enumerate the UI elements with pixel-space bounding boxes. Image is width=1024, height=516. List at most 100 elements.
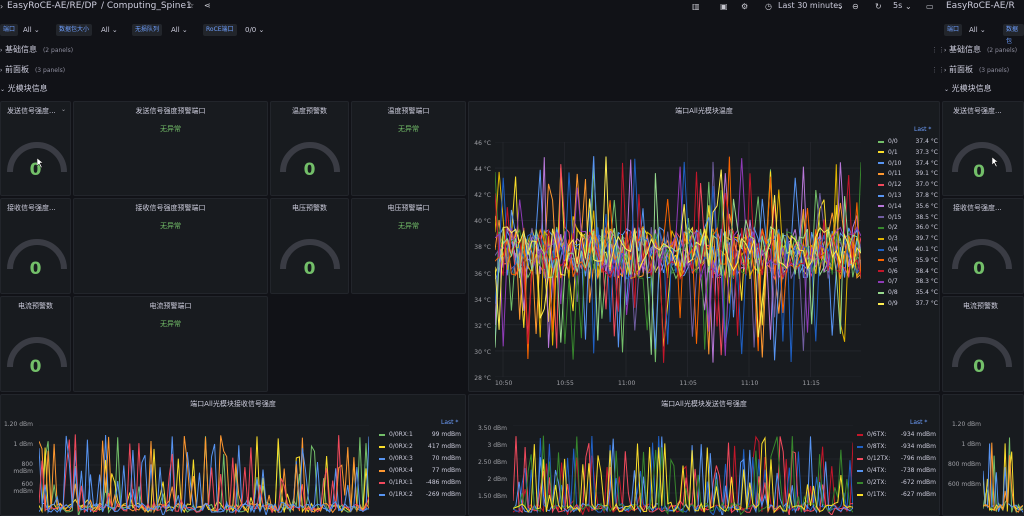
legend-item[interactable]: 0/2 36.0 °C <box>878 224 938 231</box>
var-select-port-right[interactable]: All ⌄ <box>966 24 989 36</box>
rx-plot[interactable] <box>39 425 369 516</box>
star-icon[interactable]: ☆ <box>187 1 194 10</box>
row-optical-module[interactable]: ⌄ 光模块信息 <box>0 81 940 97</box>
legend-item[interactable]: 0/0 37.4 °C <box>878 138 938 145</box>
legend-item[interactable]: 0/12 37.0 °C <box>878 181 938 188</box>
panel-recv-strength-right[interactable]: 接收信号强度... 0 <box>942 198 1024 294</box>
legend-header[interactable]: Last * <box>914 126 931 133</box>
temperature-plot[interactable] <box>495 142 861 377</box>
legend-item[interactable]: 0/6 38.4 °C <box>878 268 938 275</box>
legend-item[interactable]: 0/0RX:4 77 mdBm <box>379 467 461 474</box>
legend-item[interactable]: 0/1TX: -627 mdBm <box>857 491 936 498</box>
legend-item[interactable]: 0/0RX:3 70 mdBm <box>379 455 461 462</box>
panel-rx-strength-chart-right[interactable]: 1.20 dBm 1 dBm 800 mdBm 600 mdBm <box>942 394 1024 516</box>
panel-send-strength[interactable]: 发送信号强度... ⌄ 0 <box>0 101 71 196</box>
tv-mode-icon[interactable]: ▭ <box>926 2 934 11</box>
breadcrumb-folder[interactable]: EasyRoCE-AE/RE/DP <box>7 1 97 11</box>
y-tick-label: 600 mdBm <box>13 481 33 495</box>
panel-temp-count[interactable]: 温度预警数 0 <box>270 101 349 196</box>
panel-curr-port[interactable]: 电流预警端口 无异常 <box>73 296 268 392</box>
legend-label: 0/0 <box>888 138 898 145</box>
legend-item[interactable]: 0/7 38.3 °C <box>878 278 938 285</box>
settings-gear-icon[interactable]: ⚙ <box>741 2 748 11</box>
row-title: 基础信息 <box>948 45 981 54</box>
x-tick-label: 11:15 <box>802 380 820 387</box>
status-text: 无异常 <box>160 125 181 133</box>
var-select-roce-port[interactable]: 0/0 ⌄ <box>242 24 267 36</box>
panel-recv-strength[interactable]: 接收信号强度... 0 <box>0 198 71 294</box>
legend-item[interactable]: 0/12TX: -796 mdBm <box>857 455 936 462</box>
menu-icon[interactable]: › <box>0 2 3 11</box>
chevron-down-icon[interactable]: ⌄ <box>905 2 912 11</box>
drag-handle-icon[interactable]: ⋮⋮ <box>931 46 945 54</box>
panel-tx-strength-chart[interactable]: 端口All光模块发送信号强度 3.50 dBm 3 dBm 2.50 dBm 2 dB… <box>468 394 940 516</box>
rx-plot-right[interactable] <box>983 425 1024 516</box>
legend-swatch <box>857 433 863 436</box>
legend-item[interactable]: 0/3 39.7 °C <box>878 235 938 242</box>
panel-send-warn-port[interactable]: 发送信号强度预警端口 无异常 <box>73 101 268 196</box>
legend-item[interactable]: 0/4 40.1 °C <box>878 246 938 253</box>
legend-item[interactable]: 0/4TX: -738 mdBm <box>857 467 936 474</box>
row-front-panel-right[interactable]: › 前面板 (3 panels) <box>944 62 1024 78</box>
breadcrumb-folder-right[interactable]: EasyRoCE-AE/R <box>946 1 1015 11</box>
legend-label: 0/11 <box>888 170 902 178</box>
chevron-down-icon[interactable]: ⌄ <box>61 106 66 113</box>
refresh-icon[interactable]: ↻ <box>875 2 882 11</box>
legend-item[interactable]: 0/8 35.4 °C <box>878 289 938 296</box>
panel-temp-port[interactable]: 温度预警端口 无异常 <box>351 101 466 196</box>
panel-volt-count[interactable]: 电压预警数 0 <box>270 198 349 294</box>
legend-header[interactable]: Last * <box>910 419 927 426</box>
var-select-port[interactable]: All ⌄ <box>20 24 43 36</box>
legend-item[interactable]: 0/0RX:2 417 mdBm <box>379 443 461 450</box>
legend-item[interactable]: 0/9 37.7 °C <box>878 300 938 307</box>
row-basic-info-right[interactable]: › 基础信息 (2 panels) <box>944 42 1024 58</box>
chevron-down-icon[interactable]: ⌄ <box>837 2 844 11</box>
add-panel-icon[interactable]: ▥ <box>692 2 700 11</box>
zoom-out-icon[interactable]: ⊖ <box>852 2 859 11</box>
refresh-interval[interactable]: 5s <box>893 1 902 10</box>
legend-item[interactable]: 0/1 37.3 °C <box>878 149 938 156</box>
legend-item[interactable]: 0/14 35.6 °C <box>878 203 938 210</box>
panel-rx-strength-chart[interactable]: 端口All光模块接收信号强度 1.20 dBm 1 dBm 800 mdBm 600 … <box>0 394 466 516</box>
legend-item[interactable]: 0/1RX:2 -269 mdBm <box>379 491 461 498</box>
panel-send-strength-right[interactable]: 发送信号强度... 0 <box>942 101 1024 196</box>
row-front-panel[interactable]: › 前面板 (3 panels) <box>0 62 940 78</box>
legend-item[interactable]: 0/6TX: -934 mdBm <box>857 431 936 438</box>
drag-handle-icon[interactable]: ⋮⋮ <box>931 66 945 74</box>
panel-volt-port[interactable]: 电压预警端口 无异常 <box>351 198 466 294</box>
var-select-packet-size[interactable]: All ⌄ <box>98 24 121 36</box>
legend-item[interactable]: 0/13 37.8 °C <box>878 192 938 199</box>
legend-value: 77 mdBm <box>431 467 461 474</box>
row-basic-info[interactable]: › 基础信息 (2 panels) <box>0 42 940 58</box>
legend-swatch <box>878 140 884 143</box>
legend-label: 0/4 <box>888 246 898 253</box>
row-title: 前面板 <box>4 65 29 74</box>
save-icon[interactable]: ▣ <box>720 2 728 11</box>
legend-swatch <box>878 205 884 208</box>
legend-label: 0/12TX: <box>867 455 891 462</box>
time-range-picker[interactable]: Last 30 minutes <box>778 1 842 10</box>
legend-item[interactable]: 0/1RX:1 -486 mdBm <box>379 479 461 486</box>
legend-header[interactable]: Last * <box>441 419 458 426</box>
legend-item[interactable]: 0/11 39.1 °C <box>878 170 938 177</box>
legend-item[interactable]: 0/8TX: -934 mdBm <box>857 443 936 450</box>
legend-value: 38.4 °C <box>915 267 938 275</box>
legend-label: 0/6 <box>888 267 898 275</box>
var-select-lossless-queue[interactable]: All ⌄ <box>168 24 191 36</box>
legend-item[interactable]: 0/2TX: -672 mdBm <box>857 479 936 486</box>
stat-value: 0 <box>973 162 985 182</box>
legend-value: 39.1 °C <box>915 170 938 178</box>
panel-recv-warn-port[interactable]: 接收信号强度预警端口 无异常 <box>73 198 268 294</box>
legend-item[interactable]: 0/10 37.4 °C <box>878 160 938 167</box>
dashboard-title[interactable]: / Computing_Spine1 <box>101 1 192 11</box>
panel-temperature-chart[interactable]: 端口All光模块温度 46 °C 44 °C 42 °C 40 °C 38 °C 36 °… <box>468 101 940 392</box>
panel-curr-count[interactable]: 电流预警数 0 <box>0 296 71 392</box>
legend-item[interactable]: 0/0RX:1 99 mdBm <box>379 431 461 438</box>
share-icon[interactable]: ⋖ <box>204 1 211 10</box>
legend-item[interactable]: 0/15 38.5 °C <box>878 214 938 221</box>
row-optical-module-right[interactable]: ⌄ 光模块信息 <box>944 81 1024 97</box>
legend-value: 37.7 °C <box>915 300 938 307</box>
legend-item[interactable]: 0/5 35.9 °C <box>878 257 938 264</box>
panel-curr-count-right[interactable]: 电流预警数 0 <box>942 296 1024 392</box>
tx-plot[interactable] <box>513 425 853 516</box>
